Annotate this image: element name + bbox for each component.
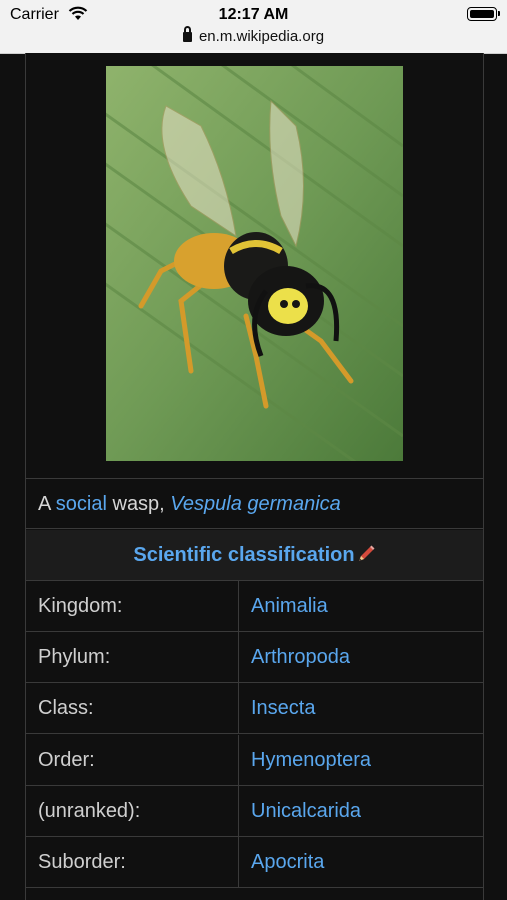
row-label: Class: (38, 697, 94, 719)
vespula-germanica-link[interactable]: Vespula germanica (170, 493, 340, 515)
row-label: Kingdom: (38, 595, 123, 617)
row-value-link[interactable]: Hymenoptera (251, 749, 371, 772)
scientific-classification-link[interactable]: Scientific classification (133, 544, 354, 566)
image-cell (26, 53, 483, 479)
browser-top-bar: Carrier 12:17 AM en.m.wikipedia.org (0, 0, 507, 54)
column-divider (238, 735, 239, 786)
row-kingdom: Kingdom: Animalia (26, 581, 483, 632)
scientific-classification-header: Scientific classification (26, 530, 483, 581)
row-phylum: Phylum: Arthropoda (26, 632, 483, 683)
row-unranked: (unranked): Unicalcarida (26, 786, 483, 837)
social-link[interactable]: social (56, 493, 107, 515)
column-divider (238, 683, 239, 734)
row-label: Order: (38, 749, 95, 771)
column-divider (238, 786, 239, 837)
row-label: Phylum: (38, 646, 111, 668)
column-divider (238, 581, 239, 632)
clock: 12:17 AM (218, 6, 289, 23)
row-order: Order: Hymenoptera (26, 735, 483, 786)
row-value-link[interactable]: Animalia (251, 595, 328, 618)
column-divider (238, 837, 239, 888)
caption-middle: wasp, (106, 493, 171, 515)
address-bar[interactable]: en.m.wikipedia.org (0, 26, 507, 45)
row-value-link[interactable]: Arthropoda (251, 646, 350, 669)
row-value-link[interactable]: Insecta (251, 697, 315, 720)
row-class: Class: Insecta (26, 683, 483, 734)
url-domain: en.m.wikipedia.org (198, 28, 325, 45)
caption-prefix: A (38, 493, 56, 515)
row-label: Suborder: (38, 851, 126, 873)
pencil-icon[interactable] (356, 544, 376, 564)
lock-icon (182, 26, 192, 42)
taxobox: A social wasp, Vespula germanica Scienti… (25, 53, 484, 900)
row-suborder: Suborder: Apocrita (26, 837, 483, 888)
battery-icon (467, 7, 500, 21)
image-caption: A social wasp, Vespula germanica (26, 479, 483, 529)
column-divider (238, 632, 239, 683)
row-value-link[interactable]: Apocrita (251, 851, 324, 874)
row-value-link[interactable]: Unicalcarida (251, 800, 361, 823)
row-label: (unranked): (38, 800, 141, 822)
wasp-photo[interactable] (106, 66, 403, 461)
